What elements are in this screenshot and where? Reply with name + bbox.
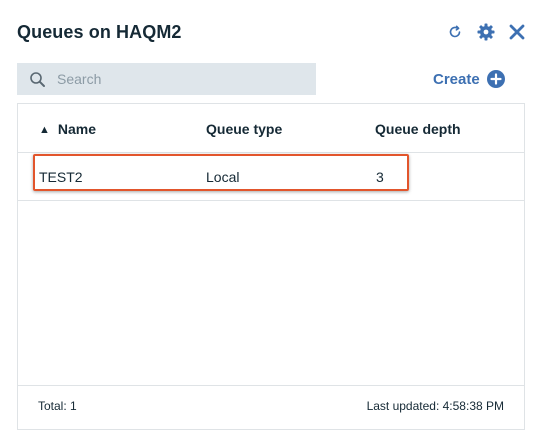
search-box (17, 63, 316, 95)
queues-table: ▲ Name Queue type Queue depth TEST2 Local… (17, 103, 525, 430)
column-header-queue-depth[interactable]: Queue depth (375, 121, 461, 137)
last-updated: Last updated: 4:58:38 PM (366, 399, 504, 413)
sort-ascending-icon: ▲ (39, 124, 50, 136)
column-header-queue-type[interactable]: Queue type (206, 121, 282, 137)
page-title: Queues on HAQM2 (17, 22, 182, 42)
search-input[interactable] (57, 63, 307, 95)
cell-queue-name: TEST2 (39, 169, 83, 185)
search-icon (29, 71, 47, 89)
column-header-label: Name (57, 121, 97, 137)
create-button[interactable]: Create (433, 67, 505, 91)
create-button-label: Create (433, 70, 480, 88)
refresh-icon[interactable] (444, 21, 466, 43)
add-icon (486, 70, 505, 88)
table-footer: Total: 1 Last updated: 4:58:38 PM (18, 385, 524, 429)
close-icon[interactable] (506, 21, 528, 43)
column-header-name[interactable]: ▲ Name (39, 121, 96, 137)
table-row[interactable]: TEST2 Local 3 (18, 153, 524, 201)
table-header: ▲ Name Queue type Queue depth (18, 104, 524, 153)
cell-queue-depth: 3 (376, 169, 384, 185)
cell-queue-type: Local (206, 169, 240, 185)
gear-icon[interactable] (475, 21, 497, 43)
total-count: Total: 1 (38, 399, 77, 413)
widget-header: Queues on HAQM2 (0, 0, 541, 62)
